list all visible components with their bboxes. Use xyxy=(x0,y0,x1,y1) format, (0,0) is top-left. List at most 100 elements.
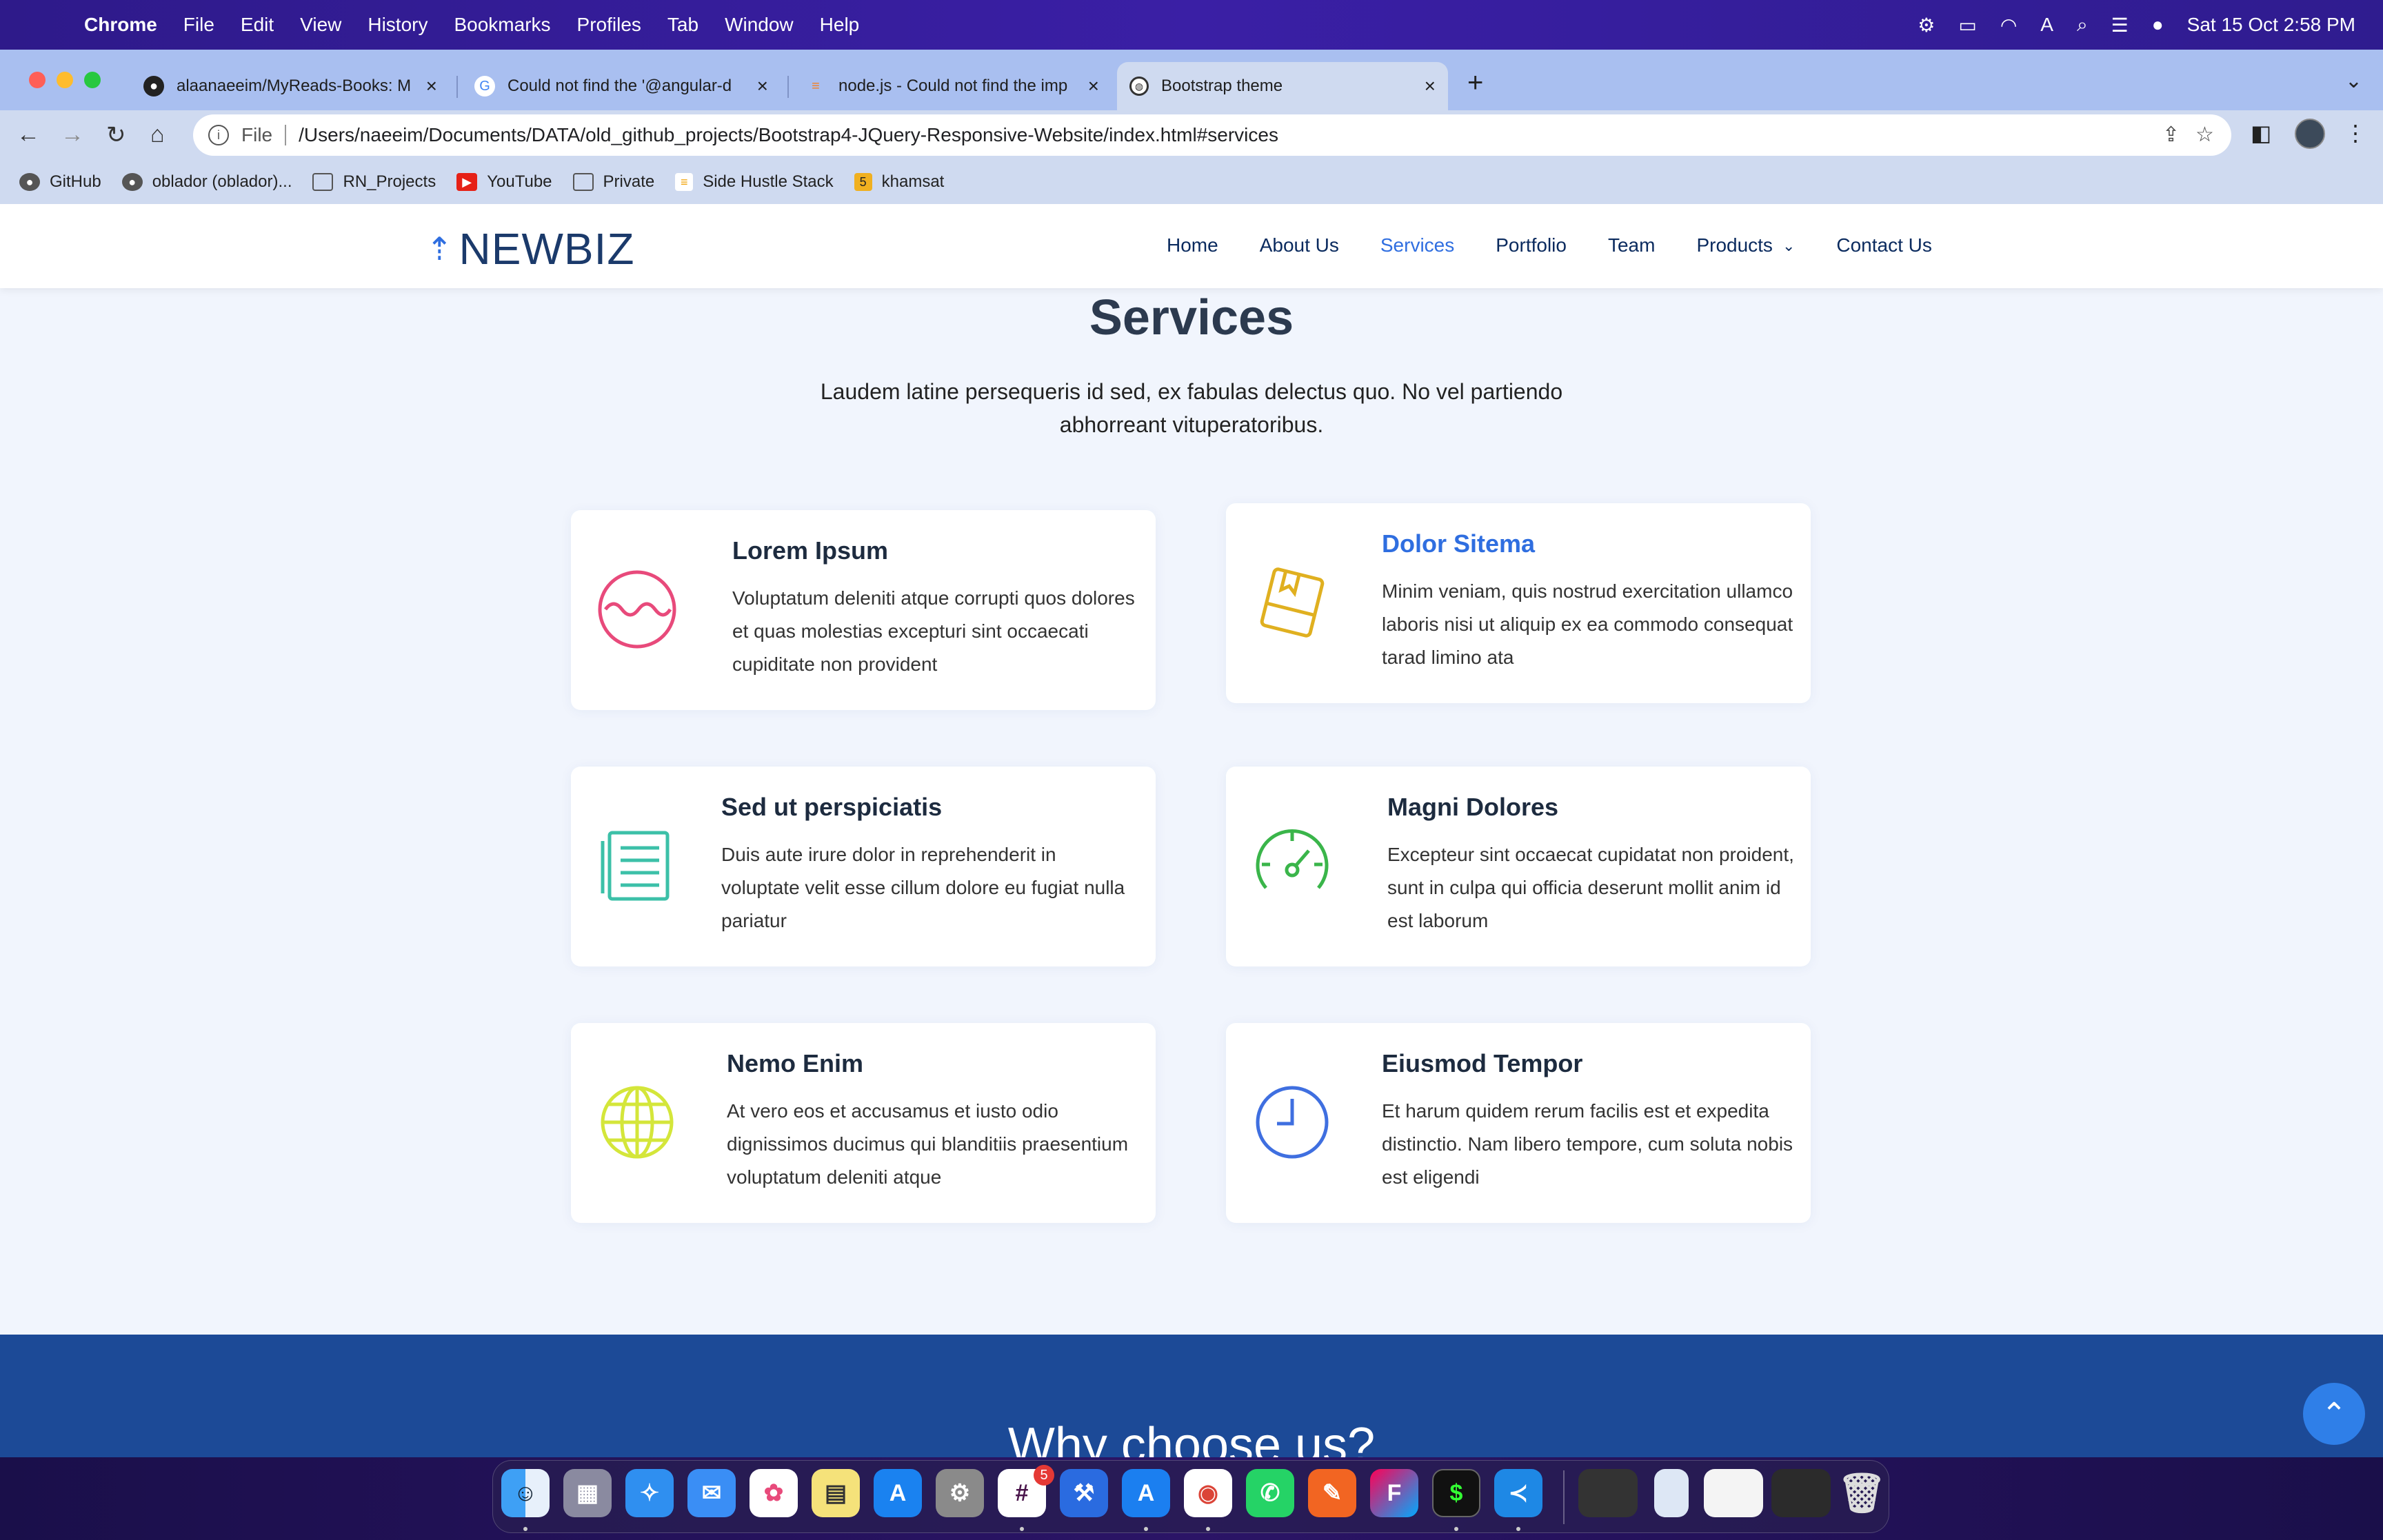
menu-view[interactable]: View xyxy=(300,14,341,36)
bookmark-folder-rn-projects[interactable]: RN_Projects xyxy=(312,172,436,192)
bookmark-folder-private[interactable]: Private xyxy=(572,172,655,192)
forward-icon[interactable]: → xyxy=(61,121,84,148)
bookmark-label: GitHub xyxy=(50,172,101,191)
notes-icon[interactable]: ▤ xyxy=(812,1469,860,1517)
bookmark-star-icon[interactable]: ☆ xyxy=(2195,123,2214,147)
why-choose-us-section: Why choose us? xyxy=(0,1335,2383,1457)
siri-icon[interactable]: ● xyxy=(2152,14,2164,36)
dashboard-icon[interactable]: ⚙ xyxy=(1918,14,1935,37)
tab-bootstrap-theme[interactable]: ◍ Bootstrap theme × xyxy=(1117,62,1448,110)
terminal-icon[interactable]: $ xyxy=(1432,1469,1480,1517)
card-text: Minim veniam, quis nostrud exercitation … xyxy=(1382,580,1793,668)
back-icon[interactable]: ← xyxy=(17,121,40,148)
xcode-icon[interactable]: ⚒ xyxy=(1060,1469,1108,1517)
nav-about-us[interactable]: About Us xyxy=(1260,234,1339,256)
section-title: Services xyxy=(1089,290,1294,345)
running-indicator xyxy=(1020,1527,1024,1531)
menu-file[interactable]: File xyxy=(183,14,214,36)
menu-tab[interactable]: Tab xyxy=(667,14,698,36)
menu-window[interactable]: Window xyxy=(725,14,794,36)
menubar-clock[interactable]: Sat 15 Oct 2:58 PM xyxy=(2187,14,2355,36)
side-panel-icon[interactable]: ◧ xyxy=(2251,120,2271,146)
chrome-icon[interactable]: ◉ xyxy=(1184,1469,1232,1517)
tab-google[interactable]: G Could not find the '@angular-d × xyxy=(462,62,781,110)
minimized-window-thumbnail[interactable] xyxy=(1704,1469,1763,1517)
service-card-magni-dolores[interactable]: Magni Dolores Excepteur sint occaecat cu… xyxy=(1226,767,1811,966)
launchpad-icon[interactable]: ▦ xyxy=(563,1469,612,1517)
slack-badge: 5 xyxy=(1034,1465,1054,1486)
globe-icon xyxy=(601,1086,674,1159)
bookmark-khamsat[interactable]: 5 khamsat xyxy=(854,172,944,192)
info-icon[interactable]: i xyxy=(208,125,229,145)
chrome-menu-icon[interactable]: ⋮ xyxy=(2344,120,2366,146)
minimized-window-thumbnail[interactable] xyxy=(1578,1469,1638,1517)
finder-icon[interactable]: ☺ xyxy=(501,1469,550,1517)
profile-avatar[interactable] xyxy=(2295,119,2325,149)
nav-team[interactable]: Team xyxy=(1608,234,1655,256)
menu-profiles[interactable]: Profiles xyxy=(577,14,641,36)
chevron-down-icon[interactable]: ⌄ xyxy=(1782,234,1795,256)
card-title: Lorem Ipsum xyxy=(732,536,889,565)
nav-home[interactable]: Home xyxy=(1167,234,1218,256)
system-preferences-icon[interactable]: ⚙ xyxy=(936,1469,984,1517)
service-card-nemo-enim[interactable]: Nemo Enim At vero eos et accusamus et iu… xyxy=(571,1023,1156,1223)
mail-icon[interactable]: ✉ xyxy=(687,1469,736,1517)
close-tab-icon[interactable]: × xyxy=(757,75,768,97)
minimized-window-thumbnail[interactable] xyxy=(1654,1469,1689,1517)
zoom-window-button[interactable] xyxy=(84,72,101,88)
whatsapp-icon[interactable]: ✆ xyxy=(1246,1469,1294,1517)
vscode-icon[interactable]: ≺ xyxy=(1494,1469,1542,1517)
bookmark-side-hustle-stack[interactable]: ≡ Side Hustle Stack xyxy=(675,172,834,192)
address-bar[interactable]: i File /Users/naeeim/Documents/DATA/old_… xyxy=(193,114,2231,156)
url-text[interactable]: /Users/naeeim/Documents/DATA/old_github_… xyxy=(299,124,1278,146)
tab-stackoverflow[interactable]: ≡ node.js - Could not find the imp × xyxy=(793,62,1112,110)
close-window-button[interactable] xyxy=(29,72,46,88)
input-source-icon[interactable]: A xyxy=(2040,14,2053,36)
close-tab-icon[interactable]: × xyxy=(426,75,437,97)
safari-icon[interactable]: ✧ xyxy=(625,1469,674,1517)
bookmark-oblador[interactable]: ● oblador (oblador)... xyxy=(121,172,292,192)
nav-services[interactable]: Services xyxy=(1380,234,1454,256)
close-tab-icon[interactable]: × xyxy=(1088,75,1099,97)
control-center-icon[interactable]: ☰ xyxy=(2111,14,2129,37)
simulator-icon[interactable]: A xyxy=(1122,1469,1170,1517)
figma-icon[interactable]: F xyxy=(1370,1469,1418,1517)
menu-help[interactable]: Help xyxy=(820,14,860,36)
site-logo[interactable]: ⇡ NEWBIZ xyxy=(426,223,634,274)
menu-history[interactable]: History xyxy=(368,14,428,36)
share-icon[interactable]: ⇪ xyxy=(2162,123,2180,147)
back-to-top-button[interactable]: ⌃ xyxy=(2303,1383,2365,1445)
nav-products[interactable]: Products xyxy=(1696,234,1773,256)
bookmark-label: Private xyxy=(603,172,655,191)
folder-icon xyxy=(572,173,594,191)
service-card-sed-ut-perspiciatis[interactable]: Sed ut perspiciatis Duis aute irure dolo… xyxy=(571,767,1156,966)
new-tab-button[interactable]: + xyxy=(1467,68,1483,99)
menu-app-name[interactable]: Chrome xyxy=(84,14,157,36)
bookmark-github[interactable]: ● GitHub xyxy=(19,172,101,192)
trash-icon[interactable]: 🗑 xyxy=(1837,1469,1886,1517)
sketch-pen-icon[interactable]: ✎ xyxy=(1308,1469,1356,1517)
bookmark-youtube[interactable]: ▶ YouTube xyxy=(456,172,552,192)
service-card-lorem-ipsum[interactable]: Lorem Ipsum Voluptatum deleniti atque co… xyxy=(571,510,1156,710)
close-tab-icon[interactable]: × xyxy=(1425,75,1436,97)
reload-icon[interactable]: ↻ xyxy=(106,121,126,149)
app-store-icon[interactable]: A xyxy=(874,1469,922,1517)
card-title: Nemo Enim xyxy=(727,1049,864,1077)
menu-edit[interactable]: Edit xyxy=(241,14,274,36)
wifi-icon[interactable]: ◠ xyxy=(2000,14,2017,37)
tab-github[interactable]: ● alaanaeeim/MyReads-Books: M × xyxy=(131,62,450,110)
menu-bookmarks[interactable]: Bookmarks xyxy=(454,14,550,36)
home-icon[interactable]: ⌂ xyxy=(150,121,165,148)
minimize-window-button[interactable] xyxy=(57,72,73,88)
nav-contact-us[interactable]: Contact Us xyxy=(1836,234,1932,256)
minimized-window-thumbnail[interactable] xyxy=(1771,1469,1831,1517)
bookmark-label: oblador (oblador)... xyxy=(152,172,292,191)
photos-icon[interactable]: ✿ xyxy=(750,1469,798,1517)
service-card-eiusmod-tempor[interactable]: Eiusmod Tempor Et harum quidem rerum fac… xyxy=(1226,1023,1811,1223)
nav-portfolio[interactable]: Portfolio xyxy=(1496,234,1567,256)
service-card-dolor-sitema[interactable]: Dolor Sitema Minim veniam, quis nostrud … xyxy=(1226,503,1811,703)
spotlight-icon[interactable]: ⌕ xyxy=(2077,14,2088,37)
tab-search-chevron-icon[interactable]: ⌄ xyxy=(2345,69,2362,93)
battery-icon[interactable]: ▭ xyxy=(1958,14,1976,37)
section-title: Why choose us? xyxy=(1007,1418,1376,1457)
